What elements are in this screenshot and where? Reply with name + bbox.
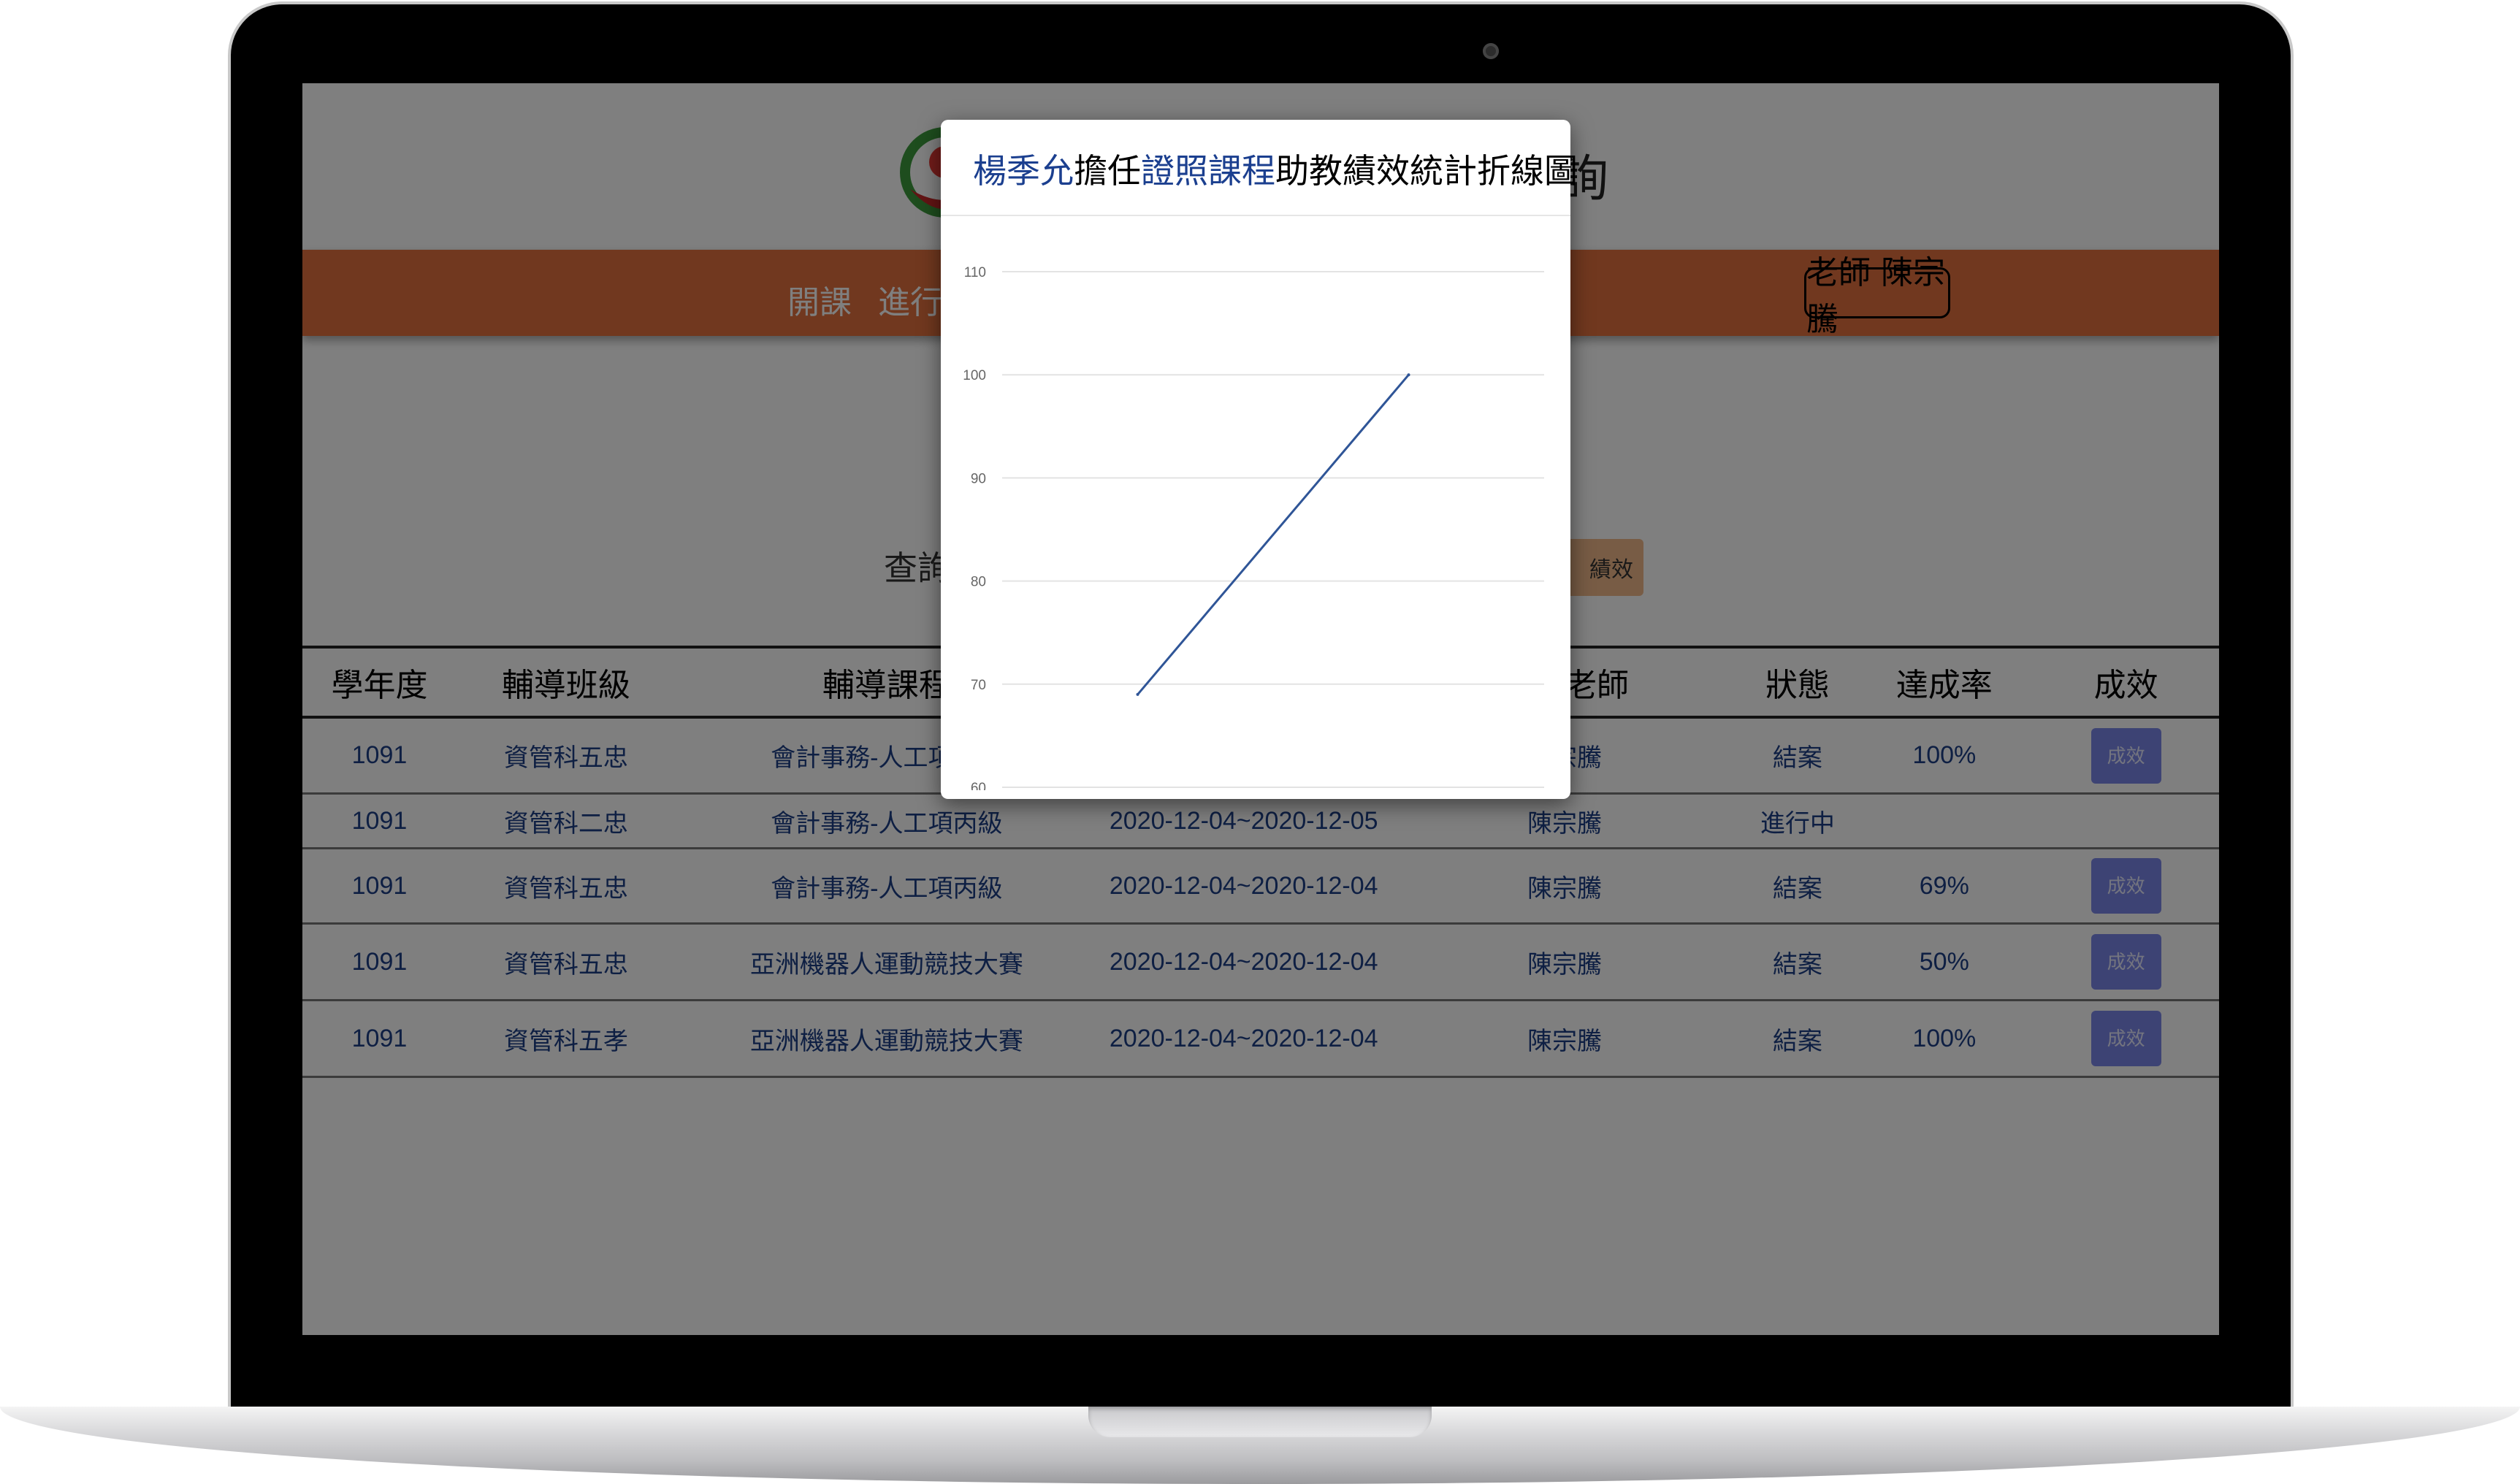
y-tick-label: 90: [971, 471, 986, 486]
y-tick-label: 80: [971, 575, 986, 590]
title-mid: 擔任: [1074, 151, 1141, 191]
y-tick-label: 60: [971, 781, 986, 790]
modal-divider: [941, 215, 1570, 216]
data-point: [1136, 692, 1139, 696]
y-tick-label: 100: [963, 368, 986, 383]
title-tail: 助教績效統計折線圖: [1275, 151, 1578, 191]
line-chart: 60708090100110會計事務-人工項丙級會計事務-人工項丙級達成率: [963, 265, 1544, 790]
y-tick-label: 110: [964, 265, 986, 280]
camera-icon: [1483, 43, 1499, 59]
course-type: 證照課程: [1141, 151, 1275, 191]
y-tick-label: 70: [971, 678, 986, 693]
chart-modal: 楊季允擔任證照課程助教績效統計折線圖 60708090100110會計事務-人工…: [941, 120, 1578, 799]
screen: 詢 開課 進行中 老師 陳宗騰 查詢 績效 學年度 輔導班級 輔導課程 指導老師…: [302, 83, 2219, 1335]
laptop-notch: [1088, 1407, 1432, 1437]
assistant-name: 楊季允: [973, 151, 1074, 191]
series-line: [1137, 374, 1410, 695]
data-point: [1407, 373, 1410, 377]
modal-title: 楊季允擔任證照課程助教績效統計折線圖: [973, 145, 1578, 193]
